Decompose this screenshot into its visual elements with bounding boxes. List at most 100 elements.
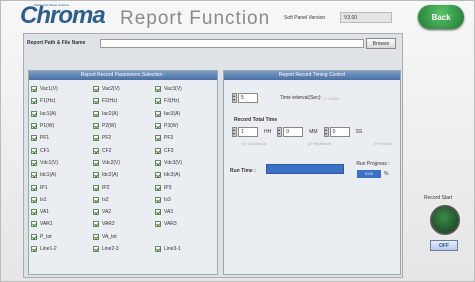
parameter-checkbox[interactable]: P2(W) <box>93 123 155 130</box>
time-interval-spinner-arrows[interactable] <box>232 93 237 103</box>
parameter-checkbox[interactable]: IP1 <box>31 184 93 191</box>
back-button[interactable]: Back <box>418 5 464 29</box>
parameter-checkbox[interactable]: Idc3(A) <box>155 172 217 179</box>
checkbox-check-icon[interactable] <box>155 209 161 216</box>
checkbox-check-icon[interactable] <box>93 172 99 179</box>
checkbox-check-icon[interactable] <box>31 159 37 166</box>
parameter-checkbox[interactable]: Vac1(V) <box>31 86 93 93</box>
checkbox-check-icon[interactable] <box>155 184 161 191</box>
checkbox-check-icon[interactable] <box>31 98 37 105</box>
checkbox-check-icon[interactable] <box>31 147 37 154</box>
checkbox-check-icon[interactable] <box>31 135 37 142</box>
checkbox-check-icon[interactable] <box>155 246 161 252</box>
parameter-checkbox[interactable]: Line1-2 <box>31 246 93 252</box>
parameter-checkbox[interactable]: Iac1(A) <box>31 110 93 117</box>
parameter-checkbox[interactable]: Vdc1(V) <box>31 159 93 166</box>
parameter-checkbox[interactable]: Vdc3(V) <box>155 159 217 166</box>
parameter-checkbox[interactable]: Is1 <box>31 196 93 203</box>
parameter-checkbox[interactable]: VA_tot <box>93 233 155 240</box>
parameter-checkbox[interactable]: Vdc2(V) <box>93 159 155 166</box>
checkbox-check-icon[interactable] <box>155 135 161 142</box>
checkbox-check-icon[interactable] <box>93 123 99 130</box>
parameter-label: Line3-1 <box>164 246 181 252</box>
hh-spinner-arrows[interactable] <box>232 127 237 137</box>
checkbox-check-icon[interactable] <box>155 123 161 130</box>
checkbox-check-icon[interactable] <box>31 123 37 130</box>
checkbox-check-icon[interactable] <box>31 196 37 203</box>
parameter-checkbox[interactable]: PF2 <box>93 135 155 142</box>
parameter-checkbox[interactable]: P1(W) <box>31 123 93 130</box>
checkbox-check-icon[interactable] <box>31 221 37 228</box>
parameter-checkbox[interactable]: F1(Hz) <box>31 98 93 105</box>
parameter-checkbox[interactable]: Is3 <box>155 196 217 203</box>
checkbox-check-icon[interactable] <box>155 147 161 154</box>
mm-input[interactable]: 0 <box>283 127 304 137</box>
checkbox-check-icon[interactable] <box>93 209 99 216</box>
parameter-checkbox[interactable]: VA2 <box>93 209 155 216</box>
checkbox-check-icon[interactable] <box>155 221 161 228</box>
parameter-checkbox[interactable]: PF3 <box>155 135 217 142</box>
checkbox-check-icon[interactable] <box>93 147 99 154</box>
parameter-checkbox[interactable]: Iac3(A) <box>155 110 217 117</box>
ss-spinner-arrows[interactable] <box>323 127 329 137</box>
checkbox-check-icon[interactable] <box>93 196 99 203</box>
parameter-checkbox[interactable]: Line2-3 <box>93 246 155 252</box>
checkbox-check-icon[interactable] <box>93 246 99 252</box>
checkbox-check-icon[interactable] <box>93 159 99 166</box>
checkbox-check-icon[interactable] <box>93 110 99 117</box>
parameter-checkbox[interactable]: Iac2(A) <box>93 110 155 117</box>
time-interval-input[interactable]: 5 <box>238 93 258 103</box>
path-label: Report Path & File Name <box>27 40 86 46</box>
parameter-row: VA1 VA2 VA3 <box>31 206 217 218</box>
parameter-checkbox[interactable]: VA3 <box>155 209 217 216</box>
record-start-button[interactable] <box>430 205 460 235</box>
parameter-row: Vac1(V) Vac2(V) Vac3(V) <box>31 83 217 95</box>
checkbox-check-icon[interactable] <box>31 209 37 216</box>
path-input[interactable] <box>100 39 364 48</box>
parameter-checkbox[interactable]: PF1 <box>31 135 93 142</box>
checkbox-check-icon[interactable] <box>93 86 99 93</box>
parameter-checkbox[interactable]: CF2 <box>93 147 155 154</box>
checkbox-check-icon[interactable] <box>31 110 37 117</box>
checkbox-check-icon[interactable] <box>31 86 37 93</box>
checkbox-check-icon[interactable] <box>93 184 99 191</box>
parameter-checkbox[interactable]: VA1 <box>31 209 93 216</box>
parameter-checkbox[interactable]: P3(W) <box>155 123 217 130</box>
parameter-checkbox[interactable]: P_tot <box>31 233 93 240</box>
checkbox-check-icon[interactable] <box>93 98 99 105</box>
parameter-checkbox[interactable]: IP2 <box>93 184 155 191</box>
checkbox-check-icon[interactable] <box>31 233 37 240</box>
parameter-checkbox[interactable]: Idc2(A) <box>93 172 155 179</box>
parameter-label: F3(Hz) <box>164 98 180 105</box>
parameter-checkbox[interactable]: Idc1(A) <box>31 172 93 179</box>
checkbox-check-icon[interactable] <box>155 196 161 203</box>
record-off-indicator[interactable]: OFF <box>430 240 458 251</box>
checkbox-check-icon[interactable] <box>93 135 99 142</box>
parameter-checkbox[interactable]: Line3-1 <box>155 246 217 252</box>
checkbox-check-icon[interactable] <box>31 184 37 191</box>
parameter-checkbox[interactable]: IP3 <box>155 184 217 191</box>
checkbox-check-icon[interactable] <box>155 86 161 93</box>
parameter-checkbox[interactable]: VAR1 <box>31 221 93 228</box>
browse-button[interactable]: Browse <box>366 38 396 49</box>
checkbox-check-icon[interactable] <box>155 110 161 117</box>
checkbox-check-icon[interactable] <box>31 246 37 252</box>
parameter-checkbox[interactable]: Vac2(V) <box>93 86 155 93</box>
checkbox-check-icon[interactable] <box>93 233 99 240</box>
parameter-checkbox[interactable]: VAR2 <box>93 221 155 228</box>
parameter-checkbox[interactable]: Is2 <box>93 196 155 203</box>
checkbox-check-icon[interactable] <box>31 172 37 179</box>
parameter-checkbox[interactable]: F2(Hz) <box>93 98 155 105</box>
parameter-checkbox[interactable]: CF1 <box>31 147 93 154</box>
checkbox-check-icon[interactable] <box>155 159 161 166</box>
parameter-checkbox[interactable]: CF3 <box>155 147 217 154</box>
checkbox-check-icon[interactable] <box>155 98 161 105</box>
checkbox-check-icon[interactable] <box>93 221 99 228</box>
checkbox-check-icon[interactable] <box>155 172 161 179</box>
ss-input[interactable]: 0 <box>329 127 350 137</box>
parameter-checkbox[interactable]: Vac3(V) <box>155 86 217 93</box>
parameter-checkbox[interactable]: VAR3 <box>155 221 217 228</box>
hh-input[interactable]: 1 <box>238 127 258 137</box>
mm-spinner-arrows[interactable] <box>277 127 283 137</box>
parameter-checkbox[interactable]: F3(Hz) <box>155 98 217 105</box>
